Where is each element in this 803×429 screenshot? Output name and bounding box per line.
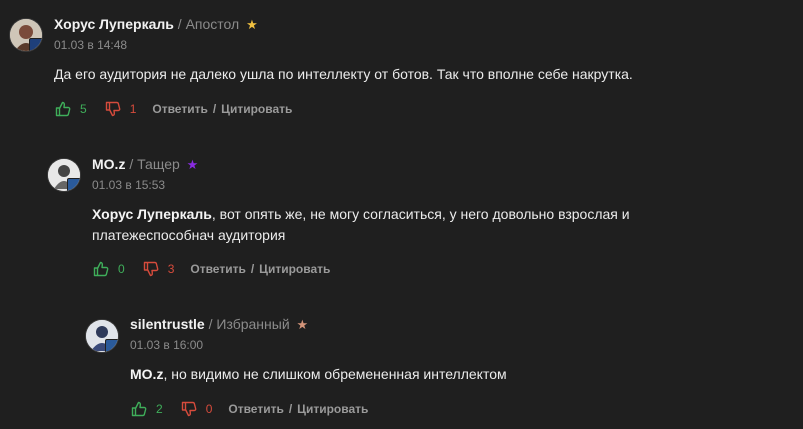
comment-date[interactable]: 01.03 в 14:48 [54, 38, 127, 52]
rank-badge-icon [67, 178, 80, 191]
rank-badge-icon [29, 38, 42, 51]
quote-link[interactable]: Цитировать [259, 262, 330, 276]
comment-body: , но видимо не слишком обремененная инте… [163, 366, 507, 382]
dislike-button[interactable]: 0 [181, 401, 213, 417]
comment-header: Хорус Луперкаль / Апостол ★ [54, 16, 258, 33]
role-separator: / [129, 156, 134, 172]
reply-link[interactable]: Ответить [228, 402, 283, 416]
avatar[interactable] [48, 159, 80, 191]
comment-text: Хорус Луперкаль, вот опять же, не могу с… [92, 204, 692, 246]
like-count: 5 [80, 102, 87, 116]
comment-text: MO.z, но видимо не слишком обремененная … [130, 364, 730, 385]
role-separator: / [208, 316, 213, 332]
bronze-star-icon: ★ [296, 317, 309, 332]
author-role: Избранный [216, 316, 290, 332]
dislike-button[interactable]: 1 [105, 101, 137, 117]
thumbs-down-icon [181, 401, 197, 417]
dislike-button[interactable]: 3 [143, 261, 175, 277]
avatar[interactable] [10, 19, 42, 51]
thumbs-up-icon [55, 101, 71, 117]
dislike-count: 3 [167, 262, 175, 276]
dislike-count: 1 [129, 102, 137, 116]
purple-star-icon: ★ [186, 157, 199, 172]
comment-actions: 5 1 Ответить / Цитировать [55, 100, 292, 118]
like-button[interactable]: 0 [93, 261, 125, 277]
like-count: 2 [156, 402, 163, 416]
thumbs-down-icon [105, 101, 121, 117]
mention[interactable]: Хорус Луперкаль [92, 206, 212, 222]
role-separator: / [177, 16, 182, 32]
like-button[interactable]: 2 [131, 401, 163, 417]
reply-link[interactable]: Ответить [190, 262, 245, 276]
author-role: Апостол [185, 16, 240, 32]
comment-actions: 2 0 Ответить / Цитировать [131, 400, 368, 418]
comment-date[interactable]: 01.03 в 16:00 [130, 338, 203, 352]
comment-actions: 0 3 Ответить / Цитировать [93, 260, 330, 278]
thumbs-up-icon [131, 401, 147, 417]
like-button[interactable]: 5 [55, 101, 87, 117]
author-name[interactable]: Хорус Луперкаль [54, 16, 174, 32]
thumbs-up-icon [93, 261, 109, 277]
mention[interactable]: MO.z [130, 366, 163, 382]
actions-separator: / [212, 102, 217, 116]
author-name[interactable]: MO.z [92, 156, 125, 172]
like-count: 0 [118, 262, 125, 276]
actions-separator: / [250, 262, 255, 276]
avatar[interactable] [86, 320, 118, 352]
gold-star-icon: ★ [246, 17, 258, 32]
comment-header: silentrustle / Избранный ★ [130, 316, 308, 333]
author-role: Тащер [137, 156, 180, 172]
thumbs-down-icon [143, 261, 159, 277]
comment-date[interactable]: 01.03 в 15:53 [92, 178, 165, 192]
comment-header: MO.z / Тащер ★ [92, 156, 198, 173]
actions-separator: / [288, 402, 293, 416]
author-name[interactable]: silentrustle [130, 316, 205, 332]
dislike-count: 0 [205, 402, 213, 416]
quote-link[interactable]: Цитировать [297, 402, 368, 416]
reply-link[interactable]: Ответить [152, 102, 207, 116]
comment-text: Да его аудитория не далеко ушла по интел… [54, 66, 633, 82]
rank-badge-icon [105, 339, 118, 352]
quote-link[interactable]: Цитировать [221, 102, 292, 116]
